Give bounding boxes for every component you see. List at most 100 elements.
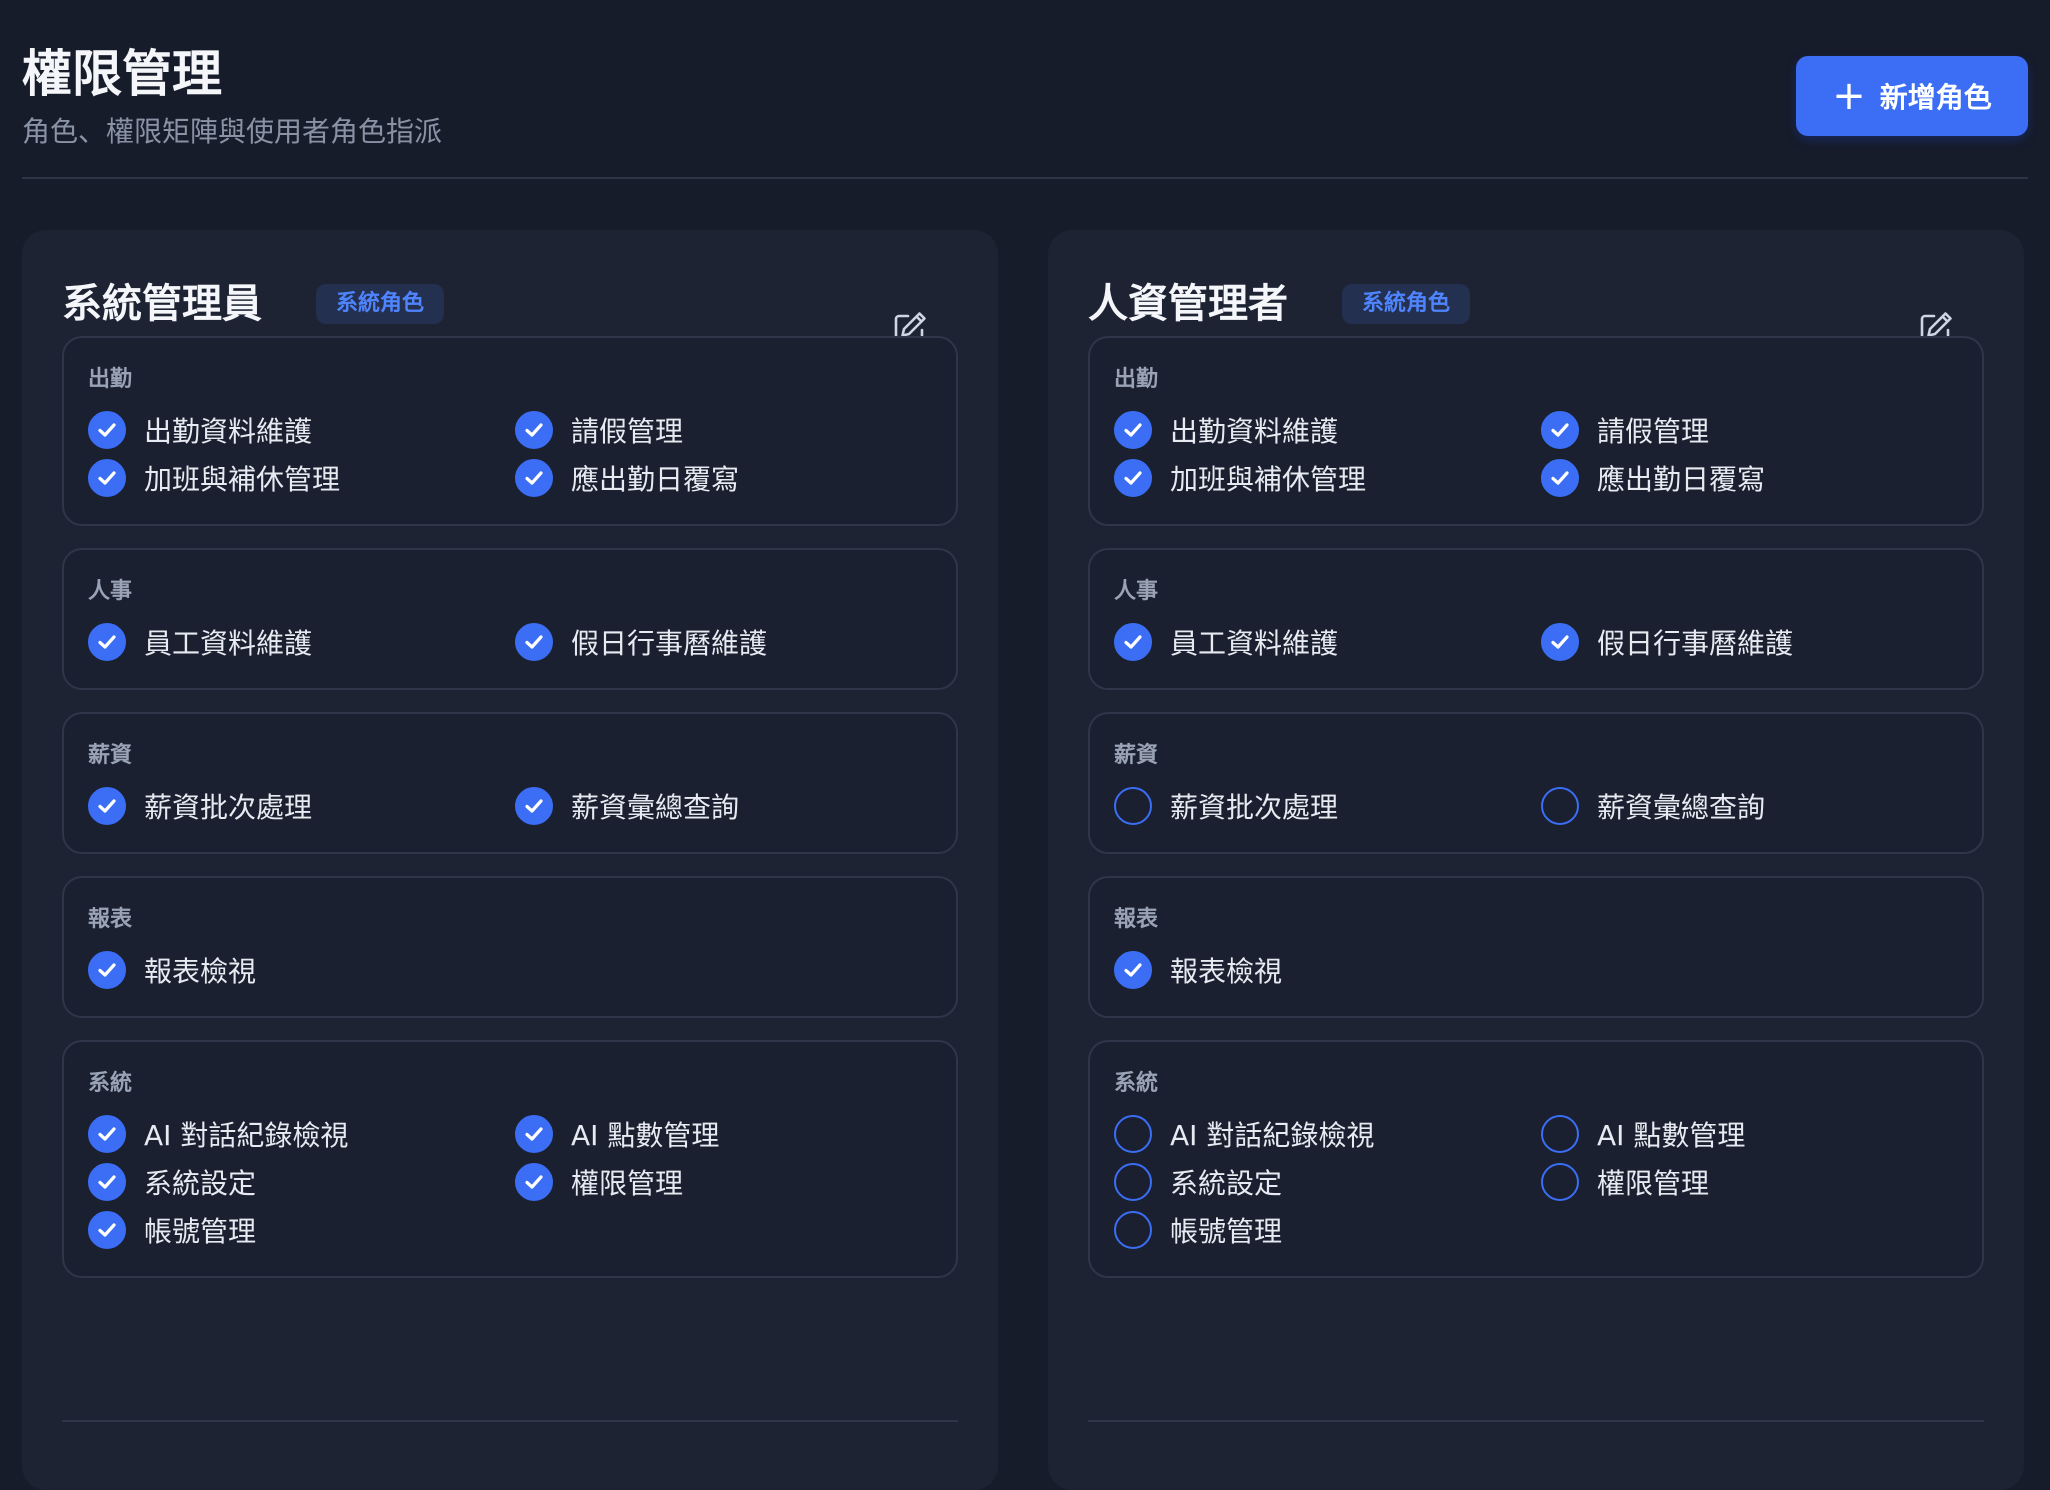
permission-label: 應出勤日覆寫 — [1597, 463, 1766, 496]
permission-checkbox-item[interactable]: 帳號管理 — [88, 1210, 256, 1250]
permission-label: 出勤資料維護 — [144, 415, 313, 448]
checkbox-checked-icon[interactable] — [1114, 623, 1152, 661]
permission-group-label: 系統 — [88, 1071, 133, 1096]
checkbox-checked-icon[interactable] — [88, 1115, 126, 1153]
permission-checkbox-item[interactable]: 員工資料維護 — [88, 622, 312, 662]
permission-checkbox-item[interactable]: 薪資彙總查詢 — [515, 786, 739, 826]
permission-checkbox-item[interactable]: 出勤資料維護 — [88, 410, 312, 450]
checkbox-checked-icon[interactable] — [88, 623, 126, 661]
permission-checkbox-item[interactable]: 系統設定 — [88, 1162, 256, 1202]
system-role-badge: 系統角色 — [316, 284, 445, 324]
checkbox-checked-icon[interactable] — [1114, 411, 1152, 449]
permission-group: 出勤 出勤資料維護 請假管理加班與補休管理 應出勤日覆寫 — [62, 336, 958, 526]
checkbox-checked-icon[interactable] — [1114, 951, 1152, 989]
checkbox-checked-icon[interactable] — [515, 1115, 553, 1153]
checkbox-checked-icon[interactable] — [88, 459, 126, 497]
permission-management-page: 權限管理 角色、權限矩陣與使用者角色指派 + 新增角色 系統管理員系統角色sys… — [0, 0, 2050, 1490]
permission-label: 帳號管理 — [1170, 1215, 1283, 1248]
checkbox-checked-icon[interactable] — [515, 623, 553, 661]
checkbox-unchecked-icon[interactable] — [1114, 787, 1152, 825]
permission-label: 報表檢視 — [1170, 955, 1283, 988]
permission-group: 系統 AI 對話紀錄檢視 AI 點數管理系統設定 權限管理帳號管理 — [62, 1040, 958, 1278]
checkbox-unchecked-icon[interactable] — [1541, 787, 1579, 825]
permission-label: 權限管理 — [1597, 1167, 1710, 1200]
permission-group: 人事 員工資料維護 假日行事曆維護 — [1088, 548, 1984, 690]
permission-label: AI 對話紀錄檢視 — [1170, 1119, 1375, 1152]
permission-label: 薪資批次處理 — [1170, 791, 1339, 824]
permission-group-label: 報表 — [88, 907, 133, 932]
role-card-system-admin: 系統管理員系統角色system-admin•完整權限出勤出勤資料維護請假管理加班… — [22, 230, 998, 1490]
checkbox-checked-icon[interactable] — [88, 1211, 126, 1249]
permission-checkbox-item[interactable]: 請假管理 — [515, 410, 683, 450]
permission-checkbox-item[interactable]: 薪資批次處理 — [1114, 786, 1338, 826]
permission-checkbox-item[interactable]: AI 點數管理 — [515, 1114, 719, 1154]
permission-group-label: 出勤 — [1114, 367, 1159, 392]
permission-checkbox-item[interactable]: 員工資料維護 — [1114, 622, 1338, 662]
permission-checkbox-item[interactable]: 薪資彙總查詢 — [1541, 786, 1765, 826]
checkbox-checked-icon[interactable] — [1541, 411, 1579, 449]
permission-checkbox-item[interactable]: 加班與補休管理 — [88, 458, 340, 498]
permission-checkbox-item[interactable]: 假日行事曆維護 — [1541, 622, 1793, 662]
permission-checkbox-item[interactable]: 請假管理 — [1541, 410, 1709, 450]
permission-label: 應出勤日覆寫 — [571, 463, 740, 496]
permission-group-label: 報表 — [1114, 907, 1159, 932]
checkbox-checked-icon[interactable] — [515, 411, 553, 449]
permission-label: 加班與補休管理 — [1170, 463, 1367, 496]
checkbox-checked-icon[interactable] — [515, 787, 553, 825]
checkbox-unchecked-icon[interactable] — [1114, 1211, 1152, 1249]
permission-label: AI 點數管理 — [1597, 1119, 1746, 1152]
page-title: 權限管理 — [22, 45, 222, 103]
permission-checkbox-item[interactable]: 報表檢視 — [88, 950, 256, 990]
permission-checkbox-item[interactable]: AI 對話紀錄檢視 — [1114, 1114, 1374, 1154]
permission-checkbox-item[interactable]: 系統設定 — [1114, 1162, 1282, 1202]
checkbox-checked-icon[interactable] — [515, 459, 553, 497]
permission-checkbox-item[interactable]: AI 對話紀錄檢視 — [88, 1114, 348, 1154]
permission-group: 報表 報表檢視 — [1088, 876, 1984, 1018]
permission-label: 薪資彙總查詢 — [1597, 791, 1766, 824]
checkbox-checked-icon[interactable] — [88, 951, 126, 989]
permission-checkbox-item[interactable]: 應出勤日覆寫 — [1541, 458, 1765, 498]
permission-label: 請假管理 — [1597, 415, 1710, 448]
permission-checkbox-item[interactable]: 出勤資料維護 — [1114, 410, 1338, 450]
system-role-badge: 系統角色 — [1342, 284, 1471, 324]
checkbox-checked-icon[interactable] — [515, 1163, 553, 1201]
permission-group-label: 薪資 — [1114, 743, 1159, 768]
permission-label: 權限管理 — [571, 1167, 684, 1200]
add-role-button[interactable]: + 新增角色 — [1796, 56, 2028, 136]
permission-label: 系統設定 — [144, 1167, 257, 1200]
permission-group: 薪資 薪資批次處理 薪資彙總查詢 — [62, 712, 958, 854]
permission-label: 薪資批次處理 — [144, 791, 313, 824]
permission-checkbox-item[interactable]: 薪資批次處理 — [88, 786, 312, 826]
permission-group: 報表 報表檢視 — [62, 876, 958, 1018]
permission-label: 系統設定 — [1170, 1167, 1283, 1200]
permission-label: AI 點數管理 — [571, 1119, 720, 1152]
permission-group-label: 出勤 — [88, 367, 133, 392]
checkbox-unchecked-icon[interactable] — [1541, 1163, 1579, 1201]
permission-group-label: 人事 — [88, 579, 133, 604]
card-divider — [62, 1420, 958, 1422]
add-role-button-label: 新增角色 — [1879, 81, 1992, 114]
checkbox-checked-icon[interactable] — [1541, 459, 1579, 497]
checkbox-unchecked-icon[interactable] — [1114, 1163, 1152, 1201]
checkbox-unchecked-icon[interactable] — [1114, 1115, 1152, 1153]
permission-checkbox-item[interactable]: 權限管理 — [1541, 1162, 1709, 1202]
checkbox-checked-icon[interactable] — [88, 787, 126, 825]
checkbox-checked-icon[interactable] — [88, 1163, 126, 1201]
permission-checkbox-item[interactable]: 假日行事曆維護 — [515, 622, 767, 662]
permission-checkbox-item[interactable]: 加班與補休管理 — [1114, 458, 1366, 498]
permission-checkbox-item[interactable]: 應出勤日覆寫 — [515, 458, 739, 498]
permission-label: 員工資料維護 — [1170, 627, 1339, 660]
checkbox-checked-icon[interactable] — [1541, 623, 1579, 661]
page-subtitle: 角色、權限矩陣與使用者角色指派 — [22, 115, 443, 148]
permission-label: 出勤資料維護 — [1170, 415, 1339, 448]
permission-label: AI 對話紀錄檢視 — [144, 1119, 349, 1152]
permission-checkbox-item[interactable]: 權限管理 — [515, 1162, 683, 1202]
permission-label: 假日行事曆維護 — [571, 627, 768, 660]
permission-checkbox-item[interactable]: 帳號管理 — [1114, 1210, 1282, 1250]
checkbox-checked-icon[interactable] — [1114, 459, 1152, 497]
permission-checkbox-item[interactable]: AI 點數管理 — [1541, 1114, 1745, 1154]
permission-checkbox-item[interactable]: 報表檢視 — [1114, 950, 1282, 990]
checkbox-checked-icon[interactable] — [88, 411, 126, 449]
checkbox-unchecked-icon[interactable] — [1541, 1115, 1579, 1153]
role-card-hr-admin: 人資管理者系統角色hr-admin•人資與出勤作業出勤出勤資料維護請假管理加班與… — [1048, 230, 2024, 1490]
